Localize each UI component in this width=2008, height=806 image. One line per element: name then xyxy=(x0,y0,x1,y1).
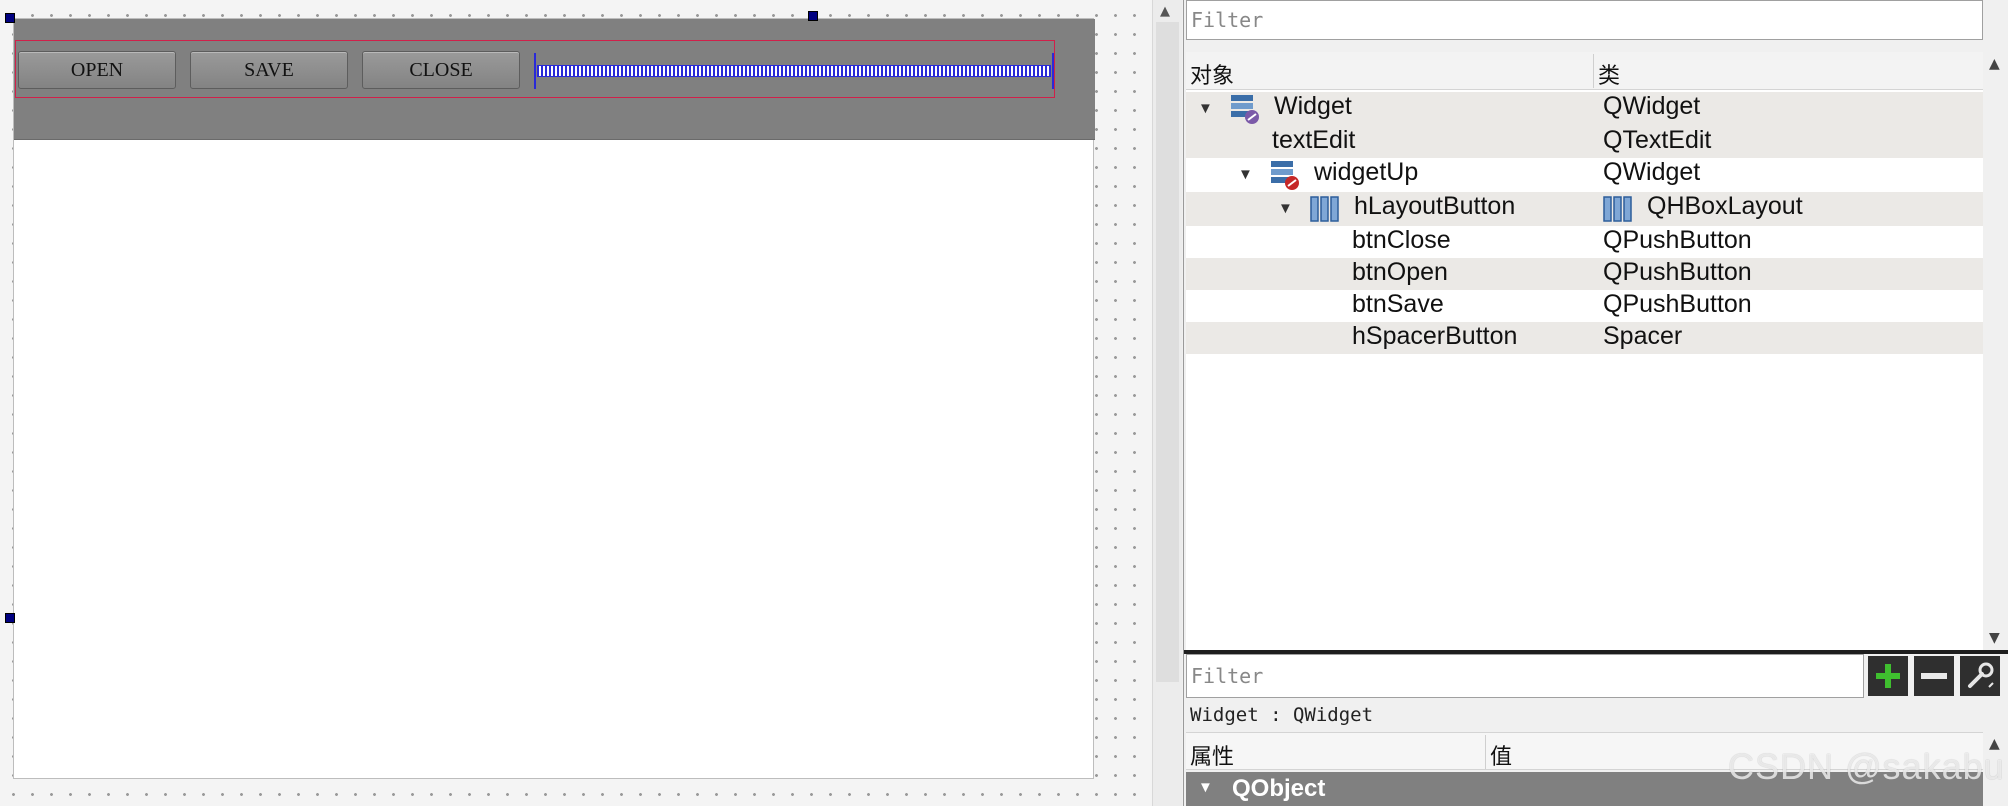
selection-handle-top-left[interactable] xyxy=(5,13,15,23)
right-dock-panel: Filter 对象 类 ▼ Widget QWidget textEdit QT… xyxy=(1183,0,2008,806)
add-property-button[interactable] xyxy=(1868,656,1908,696)
tree-class-name: QWidget xyxy=(1603,92,1701,120)
expand-arrow-icon[interactable]: ▼ xyxy=(1278,200,1293,217)
scroll-track[interactable] xyxy=(1156,22,1179,682)
tree-object-name: btnClose xyxy=(1352,226,1451,254)
form-design-canvas[interactable]: OPEN SAVE CLOSE xyxy=(0,0,1152,806)
text-edit-area[interactable] xyxy=(14,140,1095,780)
value-column-header[interactable]: 值 xyxy=(1490,739,1512,771)
spacer-spring xyxy=(537,65,1051,77)
column-separator[interactable] xyxy=(1593,54,1594,88)
tree-object-name: btnSave xyxy=(1352,290,1444,318)
tree-class-name: QHBoxLayout xyxy=(1647,192,1803,220)
open-button[interactable]: OPEN xyxy=(18,51,176,89)
tree-class-name: QTextEdit xyxy=(1603,126,1712,154)
widget-up-panel[interactable]: OPEN SAVE CLOSE xyxy=(14,19,1095,140)
tree-object-name: hSpacerButton xyxy=(1352,322,1518,350)
property-filter-input[interactable]: Filter xyxy=(1186,654,1864,698)
tree-row-textedit[interactable]: textEdit QTextEdit xyxy=(1186,126,1983,158)
expand-arrow-icon[interactable]: ▼ xyxy=(1238,166,1253,183)
hlayout-button-frame[interactable]: OPEN SAVE CLOSE xyxy=(15,40,1055,98)
canvas-scrollbar[interactable]: ▲ xyxy=(1152,0,1182,806)
tree-row-widget[interactable]: ▼ Widget QWidget xyxy=(1186,92,1983,126)
tree-object-name: Widget xyxy=(1274,92,1352,120)
hbox-layout-icon xyxy=(1310,196,1339,222)
tree-class-name: QPushButton xyxy=(1603,258,1752,286)
tree-row-btnopen[interactable]: btnOpen QPushButton xyxy=(1186,258,1983,290)
tree-row-btnsave[interactable]: btnSave QPushButton xyxy=(1186,290,1983,322)
object-tree-scrollbar[interactable]: ▲ ▼ xyxy=(1983,52,2008,650)
scroll-down-arrow-icon[interactable]: ▼ xyxy=(1989,630,2000,646)
tree-class-name: QPushButton xyxy=(1603,290,1752,318)
class-column-header[interactable]: 类 xyxy=(1598,58,1620,90)
scroll-up-arrow-icon[interactable]: ▲ xyxy=(1160,4,1170,19)
object-column-header[interactable]: 对象 xyxy=(1190,58,1234,90)
close-button[interactable]: CLOSE xyxy=(362,51,520,89)
scroll-up-arrow-icon[interactable]: ▲ xyxy=(1989,56,2000,72)
tree-row-btnclose[interactable]: btnClose QPushButton xyxy=(1186,226,1983,258)
minus-icon xyxy=(1921,673,1947,679)
object-tree-header: 对象 类 xyxy=(1186,52,1983,90)
widget-icon xyxy=(1271,161,1299,190)
tree-object-name: btnOpen xyxy=(1352,258,1448,286)
tree-object-name: hLayoutButton xyxy=(1354,192,1516,220)
tree-class-name: Spacer xyxy=(1603,322,1683,350)
tree-object-name: textEdit xyxy=(1272,126,1356,154)
property-group-label: QObject xyxy=(1232,775,1326,802)
spacer-right-cap xyxy=(1052,53,1054,89)
configure-button[interactable] xyxy=(1960,656,2000,696)
tree-class-name: QPushButton xyxy=(1603,226,1752,254)
selection-handle-mid-left[interactable] xyxy=(5,613,15,623)
tree-row-hspacerbutton[interactable]: hSpacerButton Spacer xyxy=(1186,322,1983,354)
remove-property-button[interactable] xyxy=(1914,656,1954,696)
tree-object-name: widgetUp xyxy=(1314,158,1419,186)
save-button[interactable]: SAVE xyxy=(190,51,348,89)
object-filter-input[interactable]: Filter xyxy=(1186,0,1983,40)
widget-icon xyxy=(1231,95,1259,124)
horizontal-spacer[interactable] xyxy=(534,53,1054,89)
spacer-left-cap xyxy=(534,53,536,89)
column-separator[interactable] xyxy=(1485,735,1486,769)
hbox-layout-icon xyxy=(1603,196,1632,222)
watermark-text: CSDN @sakabu xyxy=(1728,746,2005,787)
plus-icon xyxy=(1876,664,1900,688)
selection-handle-top-mid[interactable] xyxy=(808,11,818,21)
expand-arrow-icon[interactable]: ▼ xyxy=(1198,779,1213,796)
tree-row-widgetup[interactable]: ▼ widgetUp QWidget xyxy=(1186,158,1983,192)
property-column-header[interactable]: 属性 xyxy=(1190,739,1234,771)
tree-class-name: QWidget xyxy=(1603,158,1701,186)
tree-row-hlayoutbutton[interactable]: ▼ hLayoutButton QHBoxLayout xyxy=(1186,192,1983,226)
form-widget[interactable]: OPEN SAVE CLOSE xyxy=(13,18,1095,780)
expand-arrow-icon[interactable]: ▼ xyxy=(1198,100,1213,117)
wrench-icon xyxy=(1968,662,1994,688)
selected-object-label: Widget : QWidget xyxy=(1186,700,1983,730)
object-tree[interactable]: ▼ Widget QWidget textEdit QTextEdit ▼ wi… xyxy=(1186,90,1983,650)
